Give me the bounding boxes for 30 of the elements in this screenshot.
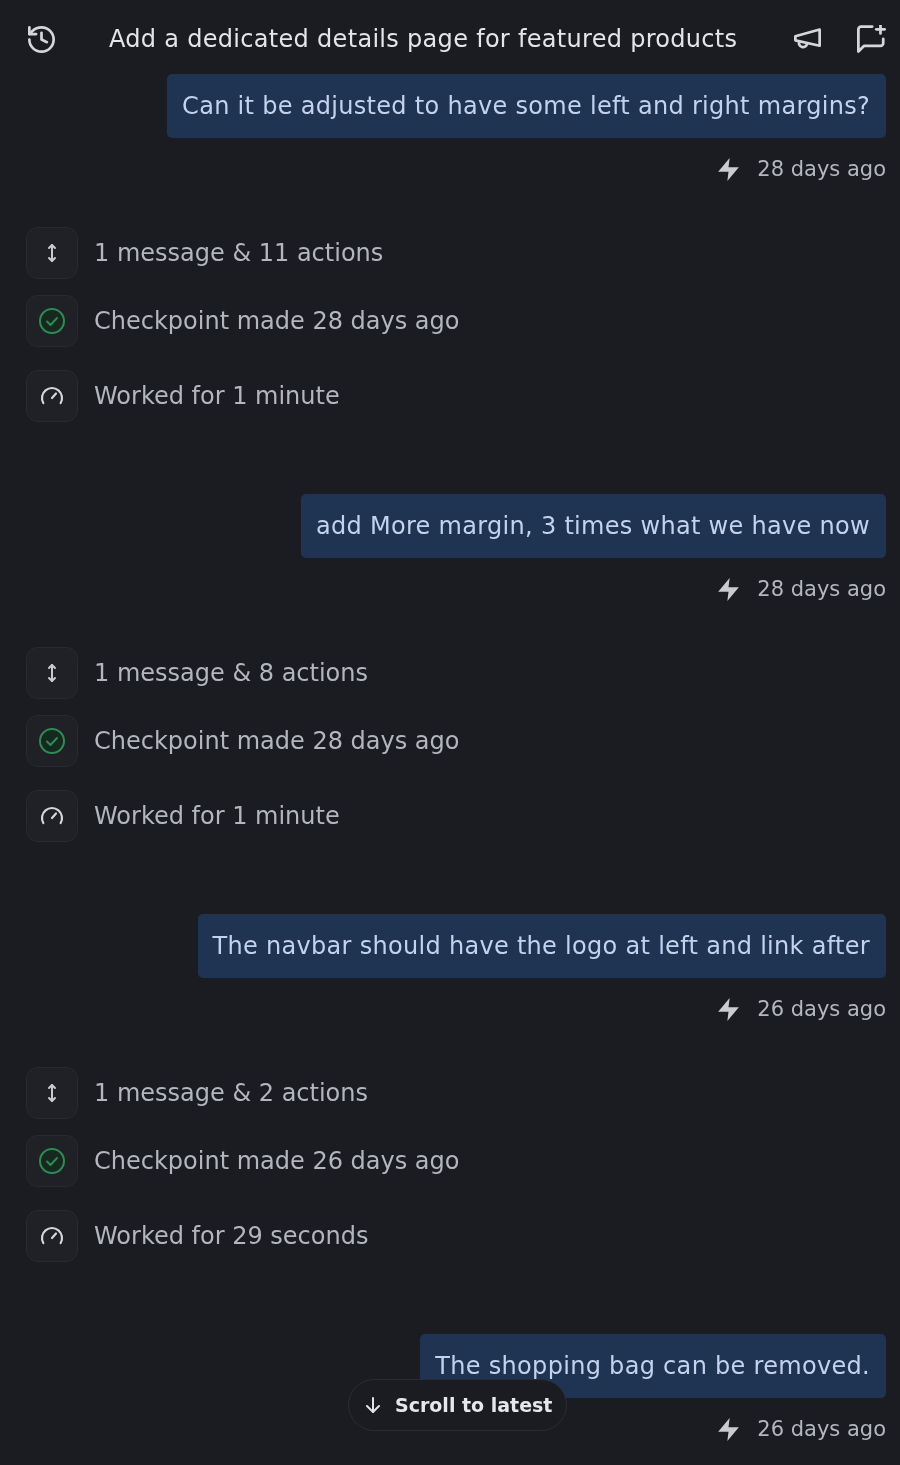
gauge-icon <box>26 370 78 422</box>
user-message: The shopping bag can be removed. <box>420 1334 886 1398</box>
work-duration-text: Worked for 1 minute <box>94 802 340 830</box>
checkpoint-text: Checkpoint made 28 days ago <box>94 307 460 335</box>
checkpoint-text: Checkpoint made 28 days ago <box>94 727 460 755</box>
lightning-bolt-icon <box>718 157 740 181</box>
checkpoint-text: Checkpoint made 26 days ago <box>94 1147 460 1175</box>
gauge-icon <box>26 1210 78 1262</box>
expand-actions-button[interactable]: 1 message & 8 actions <box>26 647 368 699</box>
expand-actions-button[interactable]: 1 message & 11 actions <box>26 227 384 279</box>
scroll-to-latest-button[interactable]: Scroll to latest <box>348 1379 568 1431</box>
user-message: add More margin, 3 times what we have now <box>300 494 886 558</box>
message-time: 28 days ago <box>757 157 886 181</box>
down-arrow-icon <box>365 1397 381 1413</box>
new-chat-icon[interactable] <box>857 25 886 53</box>
message-time: 26 days ago <box>757 997 886 1021</box>
history-icon[interactable] <box>28 25 55 53</box>
lightning-bolt-icon <box>718 1417 740 1441</box>
expand-actions-button[interactable]: 1 message & 2 actions <box>26 1067 368 1119</box>
megaphone-icon[interactable] <box>794 28 821 50</box>
lightning-bolt-icon <box>718 577 740 601</box>
work-duration-text: Worked for 1 minute <box>94 382 340 410</box>
message-time: 28 days ago <box>757 577 886 601</box>
message-time: 26 days ago <box>757 1417 886 1441</box>
user-message: The navbar should have the logo at left and link after <box>197 914 886 978</box>
gauge-icon <box>26 790 78 842</box>
user-message: Can it be adjusted to have some left and right margins? <box>167 74 886 138</box>
lightning-bolt-icon <box>718 997 740 1021</box>
conversation-title: Add a dedicated details page for featured products <box>109 25 738 53</box>
work-duration-text: Worked for 29 seconds <box>94 1222 369 1250</box>
